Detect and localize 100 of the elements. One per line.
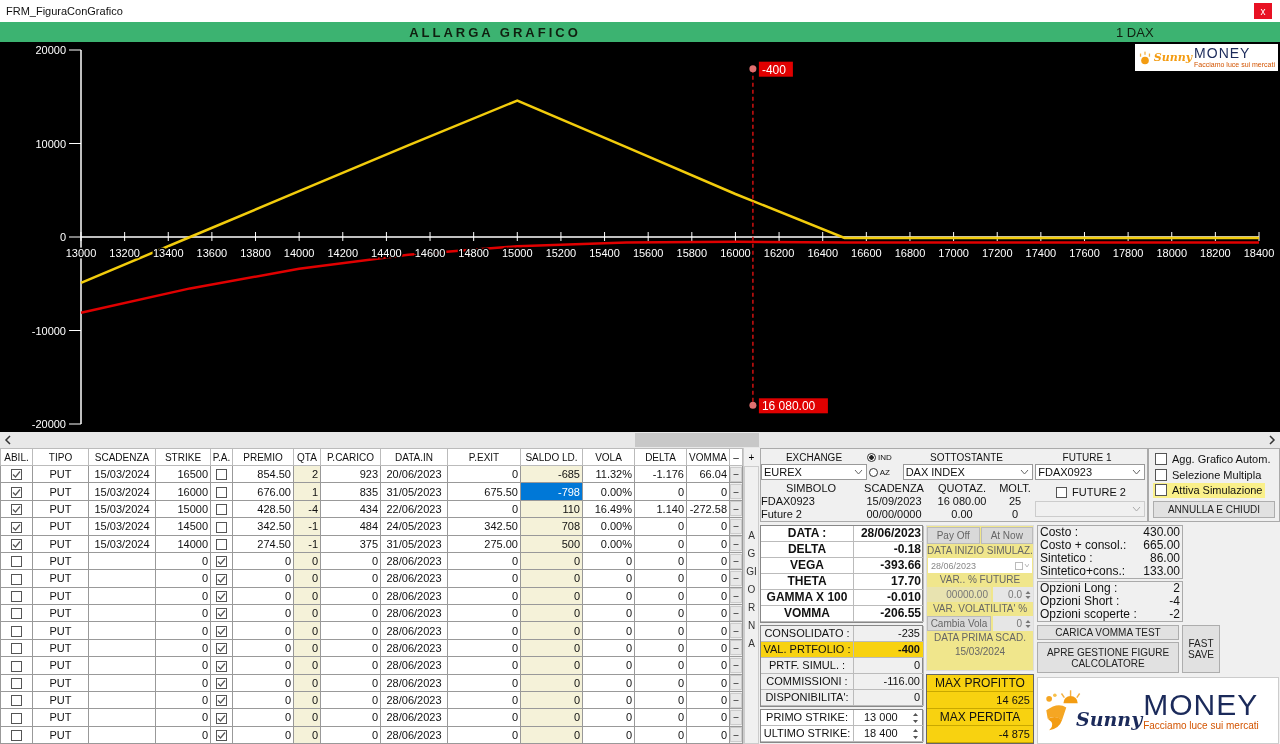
- chevron-down-icon[interactable]: [1020, 469, 1030, 475]
- checkbox[interactable]: [216, 469, 227, 481]
- checkbox[interactable]: [11, 504, 22, 516]
- fast-save-button[interactable]: FAST SAVE: [1182, 625, 1220, 673]
- column-header: SCADENZA: [863, 482, 925, 495]
- table-cell: 0: [582, 621, 635, 640]
- table-cell: 28/06/2023: [380, 639, 448, 657]
- remove-row-button[interactable]: –: [730, 553, 742, 569]
- chevron-down-icon[interactable]: [853, 469, 863, 475]
- checkbox[interactable]: [11, 730, 22, 742]
- checkbox[interactable]: [11, 539, 22, 550]
- remove-row-button[interactable]: –: [730, 640, 742, 656]
- checkbox[interactable]: [11, 608, 22, 620]
- remove-row-button[interactable]: –: [730, 501, 742, 517]
- table-cell: 0: [155, 621, 211, 640]
- scrollbar[interactable]: [0, 432, 1280, 448]
- remove-row-button[interactable]: –: [730, 727, 742, 743]
- mode-button[interactable]: Pay Off: [927, 527, 980, 544]
- checkbox[interactable]: [11, 643, 22, 655]
- table-cell: 15000: [155, 500, 211, 518]
- remove-row-button[interactable]: –: [730, 623, 742, 639]
- checkbox[interactable]: [11, 660, 22, 672]
- checkbox[interactable]: [11, 625, 22, 637]
- checkbox[interactable]: [216, 521, 227, 533]
- checkbox[interactable]: [216, 573, 227, 585]
- table-cell: 0: [634, 708, 687, 727]
- table-cell: 0: [447, 726, 521, 744]
- remove-row-button[interactable]: –: [730, 692, 742, 708]
- checkbox[interactable]: [11, 573, 22, 585]
- volatility-spinner[interactable]: 0: [993, 616, 1033, 631]
- checkbox[interactable]: Selezione Multipla: [1153, 467, 1275, 483]
- table-cell: 0: [634, 726, 687, 744]
- date-field[interactable]: 28/06/2023: [928, 558, 1032, 573]
- cancel-close-button[interactable]: ANNULLA E CHIUDI: [1153, 500, 1275, 518]
- remove-row-button[interactable]: –: [730, 536, 742, 552]
- table-cell: 0: [447, 639, 521, 657]
- checkbox[interactable]: [11, 678, 22, 689]
- exchange-dropdown[interactable]: EUREX: [761, 464, 867, 480]
- chevron-down-icon[interactable]: [1132, 469, 1141, 475]
- checkbox[interactable]: [216, 504, 227, 516]
- checkbox[interactable]: [216, 591, 227, 603]
- table-cell: PUT: [32, 569, 89, 588]
- scroll-left-icon[interactable]: [3, 435, 13, 445]
- table-cell: [88, 552, 156, 570]
- remove-row-button[interactable]: –: [730, 484, 742, 500]
- future-dropdown[interactable]: FDAX0923: [1035, 464, 1145, 480]
- mode-button[interactable]: At Now: [980, 527, 1033, 544]
- scroll-right-icon[interactable]: [1267, 435, 1277, 445]
- checkbox[interactable]: [216, 678, 227, 689]
- checkbox[interactable]: [216, 608, 227, 620]
- checkbox[interactable]: [216, 730, 227, 742]
- table-cell: 0: [447, 708, 521, 727]
- axis-label: 16000: [720, 247, 751, 259]
- strike-spinner[interactable]: 13 000: [854, 710, 924, 726]
- open-figures-button[interactable]: APRE GESTIONE FIGURE CALCOLATORE: [1037, 642, 1179, 673]
- change-vola-button[interactable]: Cambia Vola: [927, 616, 991, 631]
- column-header: SIMBOLO: [784, 482, 838, 495]
- remove-row-button[interactable]: –: [730, 657, 742, 673]
- info-value: 15/09/2023: [865, 495, 923, 508]
- remove-row-button[interactable]: –: [730, 466, 742, 482]
- remove-row-button[interactable]: –: [730, 518, 742, 534]
- checkbox[interactable]: [11, 486, 22, 498]
- remove-row-button[interactable]: –: [730, 588, 742, 604]
- table-cell: [88, 621, 156, 640]
- future-change-spinner[interactable]: 0.0: [993, 587, 1033, 602]
- load-vomma-test-button[interactable]: CARICA VOMMA TEST: [1037, 625, 1179, 640]
- remove-row-button[interactable]: –: [730, 570, 742, 586]
- checkbox[interactable]: [11, 521, 22, 533]
- checkbox[interactable]: [216, 556, 227, 568]
- remove-row-button[interactable]: –: [730, 605, 742, 621]
- checkbox[interactable]: [11, 469, 22, 481]
- checkbox[interactable]: [216, 660, 227, 672]
- checkbox[interactable]: Agg. Grafico Autom.: [1153, 452, 1275, 467]
- checkbox[interactable]: [216, 625, 227, 637]
- radio-option[interactable]: IND: [867, 452, 901, 462]
- enlarge-chart-button[interactable]: ALLARGA GRAFICO: [0, 24, 990, 40]
- table-cell: 0: [232, 552, 294, 570]
- checkbox[interactable]: [216, 486, 227, 498]
- checkbox[interactable]: [11, 712, 22, 724]
- close-button[interactable]: x: [1254, 3, 1272, 19]
- remove-row-button[interactable]: –: [730, 675, 742, 691]
- radio-option[interactable]: AZ: [868, 467, 903, 477]
- axis-label: 16400: [807, 247, 838, 259]
- checkbox[interactable]: [216, 643, 227, 655]
- remove-row-button[interactable]: –: [730, 709, 742, 725]
- result-value: -4 875: [927, 726, 1033, 743]
- table-cell: 22/06/2023: [380, 500, 448, 518]
- checkbox[interactable]: [11, 695, 22, 707]
- checkbox[interactable]: [216, 539, 227, 550]
- refresh-button[interactable]: AGGIORNA: [744, 466, 759, 744]
- checkbox[interactable]: Attiva Simulazione: [1153, 483, 1265, 498]
- checkbox[interactable]: [216, 712, 227, 724]
- scroll-thumb[interactable]: [635, 433, 759, 447]
- underlying-dropdown[interactable]: DAX INDEX: [902, 464, 1034, 480]
- future-change-field[interactable]: 00000.00: [927, 587, 991, 602]
- checkbox[interactable]: [216, 695, 227, 707]
- checkbox[interactable]: [11, 591, 22, 603]
- checkbox[interactable]: [11, 556, 22, 568]
- strike-spinner[interactable]: 18 400: [854, 726, 924, 742]
- checkbox[interactable]: FUTURE 2: [1056, 486, 1126, 498]
